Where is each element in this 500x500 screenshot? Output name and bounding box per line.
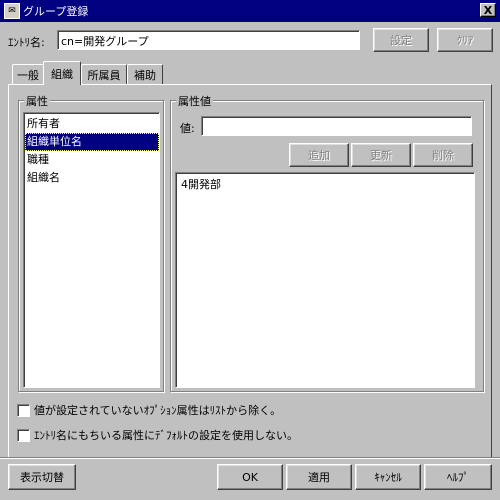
tab-auxiliary[interactable]: 補助 <box>127 64 163 84</box>
attribute-values-group-label: 属性値 <box>176 93 213 109</box>
no-default-label: ｴﾝﾄﾘ名にもちいる属性にﾃﾞﾌｫﾙﾄの設定を使用しない。 <box>34 429 298 442</box>
close-button[interactable]: X <box>480 3 496 17</box>
attributes-list[interactable]: 所有者 組織単位名 職種 組織名 <box>23 112 160 388</box>
set-button[interactable]: 設定 <box>373 28 429 52</box>
clear-button[interactable]: ｸﾘｱ <box>437 28 493 52</box>
app-icon: ✉ <box>4 3 20 19</box>
exclude-unset-checkbox[interactable] <box>17 403 30 417</box>
no-default-option[interactable]: ｴﾝﾄﾘ名にもちいる属性にﾃﾞﾌｫﾙﾄの設定を使用しない。 <box>17 427 298 443</box>
toggle-view-button[interactable]: 表示切替 <box>8 464 76 490</box>
tab-members[interactable]: 所属員 <box>81 64 127 84</box>
ok-button[interactable]: OK <box>217 464 283 490</box>
no-default-checkbox[interactable] <box>17 428 30 442</box>
tab-general[interactable]: 一般 <box>12 64 44 84</box>
exclude-unset-option[interactable]: 値が設定されていないｵﾌﾟｼｮﾝ属性はﾘｽﾄから除く。 <box>17 402 281 418</box>
list-item[interactable]: 職種 <box>25 151 159 169</box>
exclude-unset-label: 値が設定されていないｵﾌﾟｼｮﾝ属性はﾘｽﾄから除く。 <box>34 404 282 417</box>
value-input[interactable] <box>201 116 472 136</box>
footer-divider <box>0 457 500 459</box>
list-item[interactable]: 組織名 <box>25 169 159 187</box>
list-item[interactable]: 4開発部 <box>179 176 474 194</box>
value-label: 値: <box>180 122 195 135</box>
list-item[interactable]: 組織単位名 <box>25 133 159 151</box>
entry-name-value: cn=開発グループ <box>61 35 149 48</box>
cancel-button[interactable]: ｷｬﾝｾﾙ <box>355 464 421 490</box>
help-button[interactable]: ﾍﾙﾌﾟ <box>424 464 492 490</box>
entry-name-label: ｴﾝﾄﾘ名: <box>8 36 45 49</box>
list-item[interactable]: 所有者 <box>25 115 159 133</box>
delete-button[interactable]: 削除 <box>413 143 473 167</box>
attributes-group-label: 属性 <box>24 93 50 109</box>
title-bar: ✉ グループ登録 <box>0 0 500 22</box>
entry-name-field[interactable]: cn=開発グループ <box>57 30 360 50</box>
values-list[interactable]: 4開発部 <box>175 172 475 388</box>
add-button[interactable]: 追加 <box>289 143 349 167</box>
update-button[interactable]: 更新 <box>351 143 411 167</box>
tab-organization[interactable]: 組織 <box>43 61 81 85</box>
window-title: グループ登録 <box>23 5 89 18</box>
apply-button[interactable]: 適用 <box>286 464 352 490</box>
